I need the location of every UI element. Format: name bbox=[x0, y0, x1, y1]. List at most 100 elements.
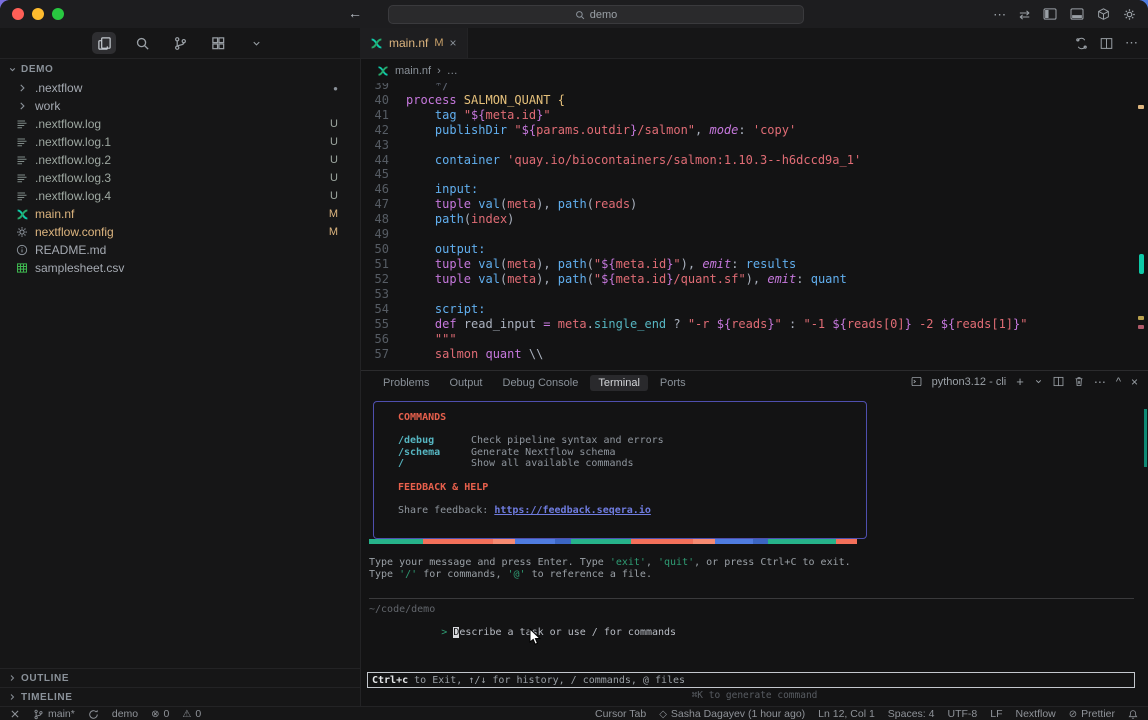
file-name: .nextflow bbox=[35, 81, 82, 95]
terminal-dropdown-icon[interactable] bbox=[1034, 377, 1043, 386]
file-tree-item-nextflow-log-4[interactable]: .nextflow.log.4U bbox=[0, 187, 360, 205]
status-item-sync[interactable] bbox=[88, 709, 99, 720]
code-line-51: 51 tuple val(meta), path("${meta.id}"), … bbox=[361, 257, 1148, 272]
chevron-down-icon[interactable] bbox=[244, 32, 268, 54]
status-item-0[interactable]: ⊗0 bbox=[151, 709, 169, 720]
panel-tab-output[interactable]: Output bbox=[441, 375, 490, 391]
code-line-50: 50 output: bbox=[361, 242, 1148, 257]
overview-ruler-mark bbox=[1138, 105, 1144, 109]
code-line-45: 45 bbox=[361, 167, 1148, 182]
status-item-main[interactable]: main* bbox=[33, 709, 75, 720]
search-sidebar-icon[interactable] bbox=[130, 32, 154, 54]
sync-icon bbox=[88, 709, 99, 720]
panel-scrollbar[interactable] bbox=[1144, 409, 1147, 467]
settings-gear-icon[interactable] bbox=[1123, 8, 1136, 21]
remote-icon bbox=[10, 709, 20, 719]
line-number: 56 bbox=[361, 332, 389, 347]
file-tree-item-nextflow-log-2[interactable]: .nextflow.log.2U bbox=[0, 151, 360, 169]
layout-toggle-icon[interactable]: ⇄ bbox=[1019, 8, 1030, 21]
close-panel-icon[interactable]: × bbox=[1131, 375, 1138, 389]
toggle-panel-icon[interactable] bbox=[1070, 8, 1084, 20]
panel-tab-ports[interactable]: Ports bbox=[652, 375, 694, 391]
file-tree-item-samplesheet-csv[interactable]: samplesheet.csv bbox=[0, 259, 360, 277]
panel-more-icon[interactable]: ⋯ bbox=[1094, 375, 1106, 389]
extensions-icon[interactable] bbox=[206, 32, 230, 54]
toggle-sidebar-icon[interactable] bbox=[1043, 8, 1057, 20]
status-item-0[interactable]: ⚠0 bbox=[182, 709, 201, 720]
line-number: 39 bbox=[361, 83, 389, 93]
panel-tab-problems[interactable]: Problems bbox=[375, 375, 437, 391]
status-item-lf[interactable]: LF bbox=[990, 709, 1002, 720]
chevron-right-icon bbox=[8, 693, 16, 701]
panel-tab-terminal[interactable]: Terminal bbox=[590, 375, 648, 391]
generate-command-hint: ⌘K to generate command bbox=[361, 690, 1148, 701]
maximize-panel-icon[interactable]: ^ bbox=[1116, 376, 1121, 388]
file-tree-item-nextflow-config[interactable]: nextflow.configM bbox=[0, 223, 360, 241]
command-name: /debug bbox=[398, 435, 471, 447]
file-tree-item-nextflow-log-3[interactable]: .nextflow.log.3U bbox=[0, 169, 360, 187]
bottom-panel: ProblemsOutput Debug ConsoleTerminalPorts… bbox=[361, 370, 1148, 706]
file-tree-item-work[interactable]: work bbox=[0, 97, 360, 115]
line-number: 57 bbox=[361, 347, 389, 362]
status-bar-right: Cursor Tab ◇Sasha Dagayev (1 hour ago) Ln … bbox=[595, 707, 1138, 720]
tab-label: main.nf bbox=[389, 36, 428, 50]
file-tree-item-main-nf[interactable]: main.nfM bbox=[0, 205, 360, 223]
breadcrumb-file: main.nf bbox=[395, 65, 431, 77]
file-name: .nextflow.log bbox=[35, 117, 101, 131]
line-number: 46 bbox=[361, 182, 389, 197]
close-window-button[interactable] bbox=[12, 8, 24, 20]
terminal-profile-label[interactable]: python3.12 - cli bbox=[932, 376, 1007, 388]
cli-prompt[interactable]: > Describe a task or use / for commands bbox=[369, 616, 676, 649]
minimize-window-button[interactable] bbox=[32, 8, 44, 20]
file-tree-item-nextflow-log-1[interactable]: .nextflow.log.1U bbox=[0, 133, 360, 151]
explorer-icon[interactable] bbox=[92, 32, 116, 54]
more-editor-actions-icon[interactable]: ⋯ bbox=[1125, 35, 1138, 51]
more-actions-icon[interactable]: ⋯ bbox=[993, 8, 1006, 21]
back-button[interactable]: ← bbox=[342, 4, 368, 22]
source-control-icon[interactable] bbox=[168, 32, 192, 54]
status-item-remote[interactable] bbox=[10, 709, 20, 719]
line-number: 49 bbox=[361, 227, 389, 242]
git-status-badge: ● bbox=[333, 84, 338, 93]
zoom-window-button[interactable] bbox=[52, 8, 64, 20]
status-item-utf-8[interactable]: UTF-8 bbox=[947, 709, 977, 720]
status-item-nextflow[interactable]: Nextflow bbox=[1016, 709, 1056, 720]
split-editor-icon[interactable] bbox=[1100, 37, 1113, 50]
explorer-section-header[interactable]: DEMO bbox=[0, 59, 360, 79]
editor-scrollbar[interactable] bbox=[1139, 254, 1144, 274]
sidebar-section-timeline[interactable]: TIMELINE bbox=[0, 687, 360, 706]
status-item-cursor-tab[interactable]: Cursor Tab bbox=[595, 709, 646, 720]
code-line-47: 47 tuple val(meta), path(reads) bbox=[361, 197, 1148, 212]
kill-terminal-icon[interactable] bbox=[1074, 376, 1084, 387]
command-row: /debugCheck pipeline syntax and errors bbox=[398, 435, 866, 447]
split-terminal-icon[interactable] bbox=[1053, 376, 1064, 387]
status-item-sasha-dagayev-1-hour-ago[interactable]: ◇Sasha Dagayev (1 hour ago) bbox=[659, 709, 805, 720]
code-line-54: 54 script: bbox=[361, 302, 1148, 317]
new-terminal-icon[interactable]: + bbox=[1016, 374, 1024, 389]
command-center-search[interactable]: demo bbox=[388, 5, 804, 24]
status-item-spaces-4[interactable]: Spaces: 4 bbox=[888, 709, 935, 720]
status-item-demo[interactable]: demo bbox=[112, 709, 138, 720]
sidebar-section-outline[interactable]: OUTLINE bbox=[0, 668, 360, 687]
file-tree-item-nextflow[interactable]: .nextflow ● bbox=[0, 79, 360, 97]
file-tree-item-README-md[interactable]: README.md bbox=[0, 241, 360, 259]
feedback-link[interactable]: https://feedback.seqera.io bbox=[494, 505, 651, 516]
source-control-compare-icon[interactable] bbox=[1075, 37, 1088, 50]
status-item-bell[interactable] bbox=[1128, 709, 1138, 720]
status-item-ln-12-col-1[interactable]: Ln 12, Col 1 bbox=[818, 709, 875, 720]
status-item-prettier[interactable]: ⊘Prettier bbox=[1069, 709, 1115, 720]
line-number: 43 bbox=[361, 138, 389, 153]
commands-heading: COMMANDS bbox=[398, 412, 866, 424]
panel-tab-debug-console[interactable]: Debug Console bbox=[495, 375, 587, 391]
code-editor[interactable]: 39 */40process SALMON_QUANT {41 tag "${m… bbox=[361, 83, 1148, 370]
file-tree-item-nextflow-log[interactable]: .nextflow.logU bbox=[0, 115, 360, 133]
tab-main-nf[interactable]: main.nf M × bbox=[360, 28, 468, 58]
topbar: main.nf M × ⋯ bbox=[0, 28, 1148, 59]
breadcrumb[interactable]: main.nf › … bbox=[361, 59, 1148, 83]
file-name: .nextflow.log.1 bbox=[35, 135, 111, 149]
terminal-content[interactable]: COMMANDS /debugCheck pipeline syntax and… bbox=[361, 395, 1148, 706]
chevron-down-icon bbox=[8, 65, 17, 74]
cube-icon[interactable] bbox=[1097, 8, 1110, 21]
tab-close-icon[interactable]: × bbox=[450, 36, 457, 50]
breadcrumb-more[interactable]: … bbox=[447, 65, 458, 77]
